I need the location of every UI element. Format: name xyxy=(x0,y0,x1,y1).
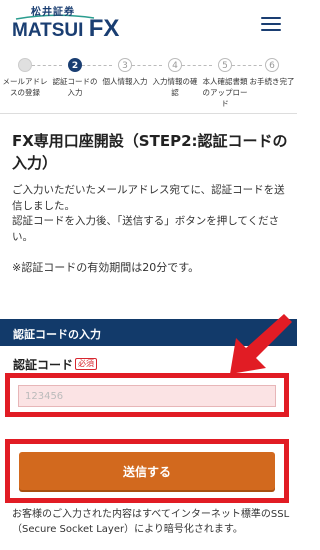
step-connector xyxy=(82,65,112,67)
step-6-circle: 6 xyxy=(265,58,279,72)
step-3-circle: 3 xyxy=(118,58,132,72)
step-5-circle: 5 xyxy=(218,58,232,72)
logo-text: MATSUI xyxy=(12,20,84,41)
description-line-1: ご入力いただいたメールアドレス宛てに、認証コードを送信しました。 xyxy=(12,184,285,212)
step-6-label: お手続き完了 xyxy=(249,77,295,86)
step-connector xyxy=(132,65,162,67)
step-4-label: 入力情報の確認 xyxy=(152,77,198,97)
progress-steps: メールアドレスの登録 2 認証コードの入力 3 個人情報入力 4 入力情報の確認… xyxy=(0,58,297,108)
expiry-notice: ※認証コードの有効期間は20分です。 xyxy=(12,261,200,274)
step-2-label: 認証コードの入力 xyxy=(52,77,98,97)
hamburger-menu-icon[interactable] xyxy=(261,16,281,32)
ssl-note: お客様のご入力された内容はすべてインターネット標準のSSL（Secure Soc… xyxy=(12,509,290,535)
step-connector xyxy=(182,65,212,67)
section-title: 認証コードの入力 xyxy=(13,328,101,341)
step-1-label: メールアドレスの登録 xyxy=(2,77,48,97)
header: 松井証券 MATSUI FX xyxy=(0,0,297,50)
logo: MATSUI FX xyxy=(12,15,119,43)
code-field-label: 認証コード xyxy=(13,358,74,372)
step-connector xyxy=(32,65,62,67)
verification-code-input[interactable] xyxy=(18,385,276,407)
step-2-circle: 2 xyxy=(68,58,82,72)
step-4-circle: 4 xyxy=(168,58,182,72)
submit-button[interactable]: 送信する xyxy=(19,452,275,490)
required-badge: 必須 xyxy=(75,358,97,370)
divider xyxy=(0,113,297,114)
page-description: ご入力いただいたメールアドレス宛てに、認証コードを送信しました。 認証コードを入… xyxy=(12,183,292,245)
annotation-arrow-icon xyxy=(230,314,292,374)
button-highlight-box: 送信する xyxy=(5,439,289,503)
step-connector xyxy=(232,65,262,67)
page-title: FX専用口座開設（STEP2:認証コードの入力） xyxy=(12,132,288,172)
step-3-label: 個人情報入力 xyxy=(102,77,148,86)
step-1-circle xyxy=(18,58,32,72)
step-5-label: 本人確認書類のアップロード xyxy=(202,77,248,108)
logo-fx-text: FX xyxy=(88,15,120,42)
description-line-2: 認証コードを入力後、「送信する」ボタンを押してください。 xyxy=(12,215,280,243)
